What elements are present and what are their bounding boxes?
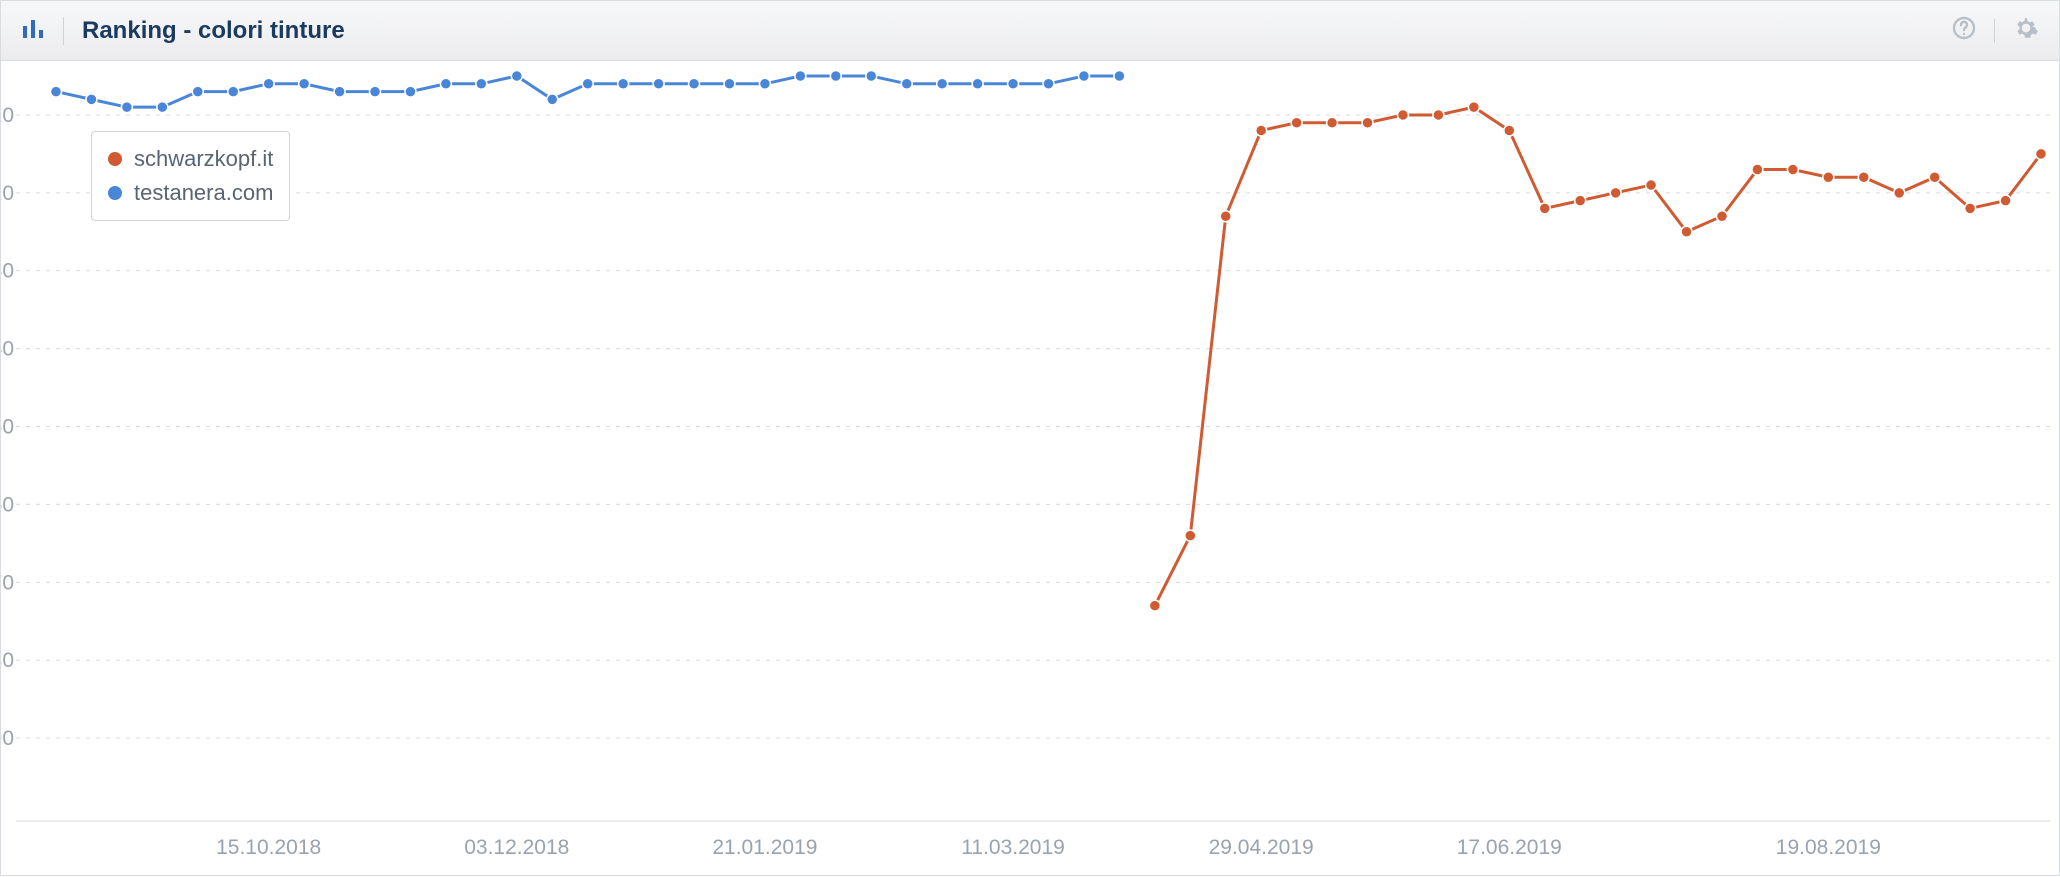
legend-label: testanera.com [134,180,273,206]
legend-dot-icon [108,186,122,200]
svg-text:29.04.2019: 29.04.2019 [1209,836,1314,859]
panel-title: Ranking - colori tinture [82,17,345,45]
legend-item-testanera[interactable]: testanera.com [108,176,273,210]
legend-label: schwarzkopf.it [134,146,273,172]
actions-divider [1994,19,1995,43]
svg-text:90: 90 [1,727,14,750]
help-icon[interactable] [1952,16,1976,45]
ranking-panel: Ranking - colori tinture 10 20 30 40 50 60 70 8… [0,0,2060,876]
svg-text:03.12.2018: 03.12.2018 [464,836,569,859]
legend-dot-icon [108,152,122,166]
svg-text:60: 60 [1,493,14,516]
svg-text:50: 50 [1,416,14,439]
panel-actions [1952,15,2039,46]
svg-text:40: 40 [1,338,14,361]
header-divider [63,17,64,45]
svg-text:30: 30 [1,260,14,283]
bar-chart-icon [21,16,45,45]
svg-text:70: 70 [1,571,14,594]
legend: schwarzkopf.it testanera.com [91,131,290,221]
svg-text:17.06.2019: 17.06.2019 [1457,836,1562,859]
svg-text:15.10.2018: 15.10.2018 [216,836,321,859]
svg-text:11.03.2019: 11.03.2019 [961,836,1065,859]
chart-svg[interactable]: 10 20 30 40 50 60 70 80 90 15.10.2018 03.12.2018 2… [1,61,2060,877]
legend-item-schwarzkopf[interactable]: schwarzkopf.it [108,142,273,176]
svg-text:10: 10 [1,104,14,127]
gear-icon[interactable] [2013,15,2039,46]
svg-text:80: 80 [1,649,14,672]
svg-text:19.08.2019: 19.08.2019 [1776,836,1881,859]
chart-area: 10 20 30 40 50 60 70 80 90 15.10.2018 03.12.2018 2… [1,61,2059,875]
svg-text:20: 20 [1,182,14,205]
panel-header: Ranking - colori tinture [1,1,2059,61]
svg-text:21.01.2019: 21.01.2019 [712,836,817,859]
